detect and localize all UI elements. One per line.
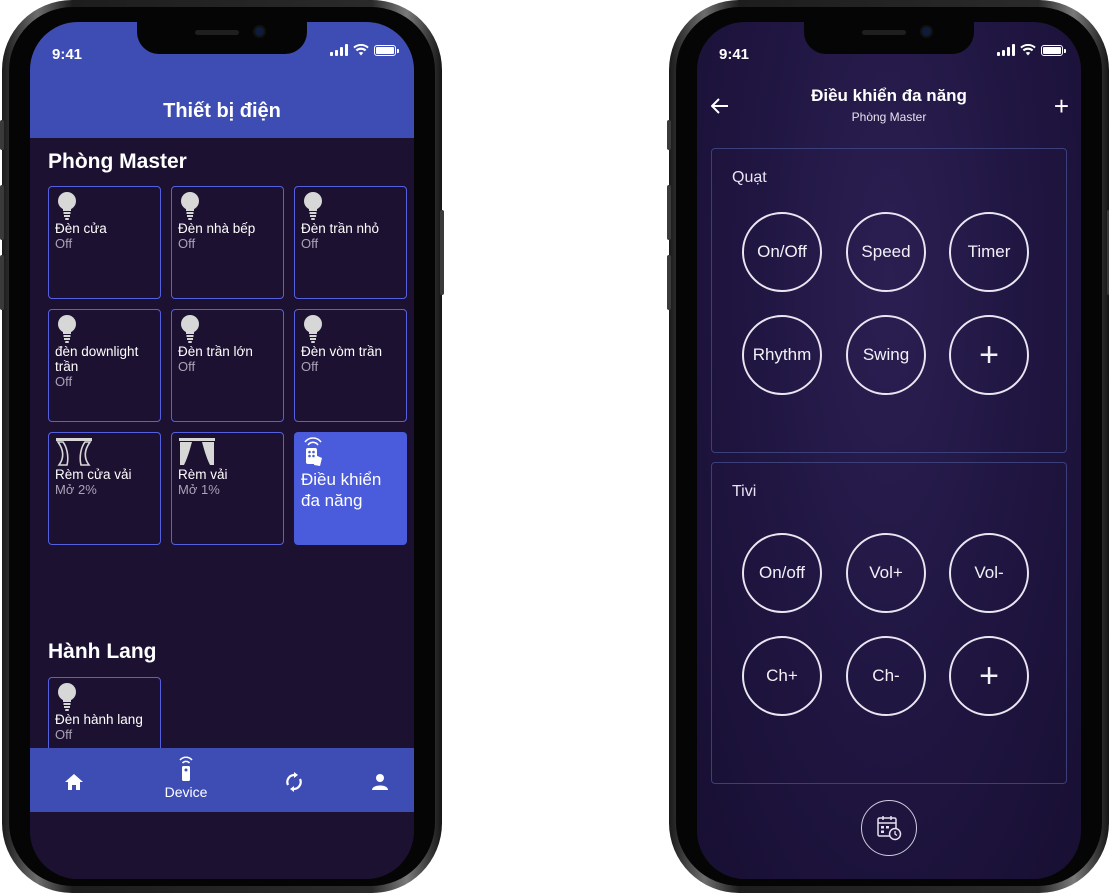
device-tile-den-tran-nho[interactable]: Đèn trần nhỏ Off xyxy=(294,186,407,299)
device-status: Mở 1% xyxy=(178,482,220,497)
device-status: Off xyxy=(178,236,196,251)
nav-sync[interactable] xyxy=(264,748,324,812)
status-time: 9:41 xyxy=(719,46,750,63)
device-status: Off xyxy=(55,727,73,742)
fan-speed-button[interactable]: Speed xyxy=(846,212,926,292)
bulb-icon xyxy=(181,315,199,343)
panel-tv: Tivi On/off Vol+ Vol- Ch+ Ch- + xyxy=(711,462,1067,784)
device-name: Rèm cửa vải xyxy=(55,467,132,482)
device-name: Đèn hành lang xyxy=(55,712,143,727)
device-name: đèn downlight trần xyxy=(55,344,139,374)
section-title-phong-master: Phòng Master xyxy=(48,150,187,173)
nav-profile[interactable] xyxy=(350,748,410,812)
bulb-icon xyxy=(58,315,76,343)
device-tile-den-vom-tran[interactable]: Đèn vòm trần Off xyxy=(294,309,407,422)
device-status: Mở 2% xyxy=(55,482,97,497)
curtain-icon xyxy=(179,438,215,465)
tv-ch-up-button[interactable]: Ch+ xyxy=(742,636,822,716)
fan-swing-button[interactable]: Swing xyxy=(846,315,926,395)
page-title: Điều khiển đa năng xyxy=(811,86,967,105)
notch xyxy=(137,22,307,54)
curtain-icon xyxy=(56,438,92,466)
fan-on-off-button[interactable]: On/Off xyxy=(742,212,822,292)
remote-icon xyxy=(304,437,322,466)
device-status: Off xyxy=(178,359,196,374)
battery-icon xyxy=(374,44,399,56)
home-icon xyxy=(65,774,83,790)
schedule-button[interactable] xyxy=(861,800,917,856)
device-name: Điều khiển đa năng xyxy=(301,470,382,510)
fan-rhythm-button[interactable]: Rhythm xyxy=(742,315,822,395)
status-time: 9:41 xyxy=(52,46,83,63)
phone-left: Thiết bị điện 9:41 Phòng Master Đèn cửa … xyxy=(0,0,444,893)
device-name: Đèn nhà bếp xyxy=(178,221,256,236)
device-tile-rem-cua-vai[interactable]: Rèm cửa vải Mở 2% xyxy=(48,432,161,545)
add-button[interactable]: + xyxy=(1054,93,1069,119)
bulb-icon xyxy=(304,192,322,220)
device-tile-den-downlight-tran[interactable]: đèn downlight trần Off xyxy=(48,309,161,422)
tv-on-off-button[interactable]: On/off xyxy=(742,533,822,613)
tv-ch-down-button[interactable]: Ch- xyxy=(846,636,926,716)
device-tile-den-nha-bep[interactable]: Đèn nhà bếp Off xyxy=(171,186,284,299)
screen-remote-control: 9:41 Điều khiển đa năng Phòng Master + Q… xyxy=(697,22,1081,879)
device-tile-rem-vai[interactable]: Rèm vải Mở 1% xyxy=(171,432,284,545)
device-name: Đèn trần nhỏ xyxy=(301,221,380,236)
nav-home[interactable] xyxy=(44,748,104,812)
bulb-icon xyxy=(304,315,322,343)
nav-device-label: Device xyxy=(164,784,208,800)
tv-vol-up-button[interactable]: Vol+ xyxy=(846,533,926,613)
device-status: Off xyxy=(301,359,319,374)
signal-icon xyxy=(997,44,1015,56)
device-status: Off xyxy=(55,236,73,251)
user-icon xyxy=(372,774,388,790)
section-title-hanh-lang: Hành Lang xyxy=(48,640,157,663)
page-subtitle: Phòng Master xyxy=(851,110,927,124)
signal-icon xyxy=(330,44,348,56)
bulb-icon xyxy=(58,683,76,711)
device-tile-den-tran-lon[interactable]: Đèn trần lớn Off xyxy=(171,309,284,422)
device-name: Đèn cửa xyxy=(55,221,107,236)
remote-icon xyxy=(179,756,193,781)
fan-timer-button[interactable]: Timer xyxy=(949,212,1029,292)
header: Điều khiển đa năng Phòng Master + xyxy=(697,70,1081,130)
sync-icon xyxy=(286,772,302,792)
panel-label: Quạt xyxy=(732,169,767,186)
bulb-icon xyxy=(58,192,76,220)
tv-add-button[interactable]: + xyxy=(949,636,1029,716)
wifi-icon xyxy=(353,44,369,56)
panel-fan: Quạt On/Off Speed Timer Rhythm Swing + xyxy=(711,148,1067,453)
nav-device[interactable]: Device xyxy=(156,748,216,812)
calendar-clock-icon xyxy=(877,816,902,841)
device-status: Off xyxy=(301,236,319,251)
notch xyxy=(804,22,974,54)
device-status: Off xyxy=(55,374,73,389)
bottom-nav: Device xyxy=(30,748,414,812)
bulb-icon xyxy=(181,192,199,220)
wifi-icon xyxy=(1020,44,1036,56)
panel-label: Tivi xyxy=(732,483,757,500)
tv-vol-down-button[interactable]: Vol- xyxy=(949,533,1029,613)
fan-add-button[interactable]: + xyxy=(949,315,1029,395)
device-name: Đèn vòm trần xyxy=(301,344,383,359)
page-title: Thiết bị điện xyxy=(163,100,281,122)
device-tile-den-cua[interactable]: Đèn cửa Off xyxy=(48,186,161,299)
device-tile-dieu-khien-da-nang[interactable]: Điều khiển đa năng xyxy=(294,432,407,545)
screen-devices: Thiết bị điện 9:41 Phòng Master Đèn cửa … xyxy=(30,22,414,879)
device-name: Đèn trần lớn xyxy=(178,344,253,359)
device-name: Rèm vải xyxy=(178,467,228,482)
phone-right: 9:41 Điều khiển đa năng Phòng Master + Q… xyxy=(667,0,1109,893)
battery-icon xyxy=(1041,44,1066,56)
